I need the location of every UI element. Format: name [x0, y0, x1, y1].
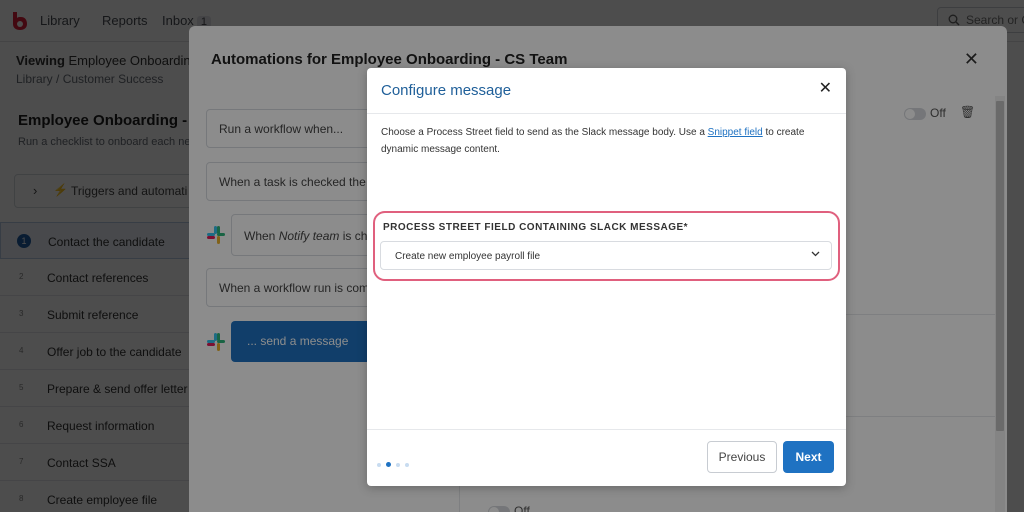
footer-divider — [367, 429, 846, 430]
close-icon[interactable]: ✕ — [819, 78, 832, 98]
step-dot — [405, 463, 409, 467]
field-label: PROCESS STREET FIELD CONTAINING SLACK ME… — [383, 222, 689, 233]
step-dot — [396, 463, 400, 467]
configure-description: Choose a Process Street field to send as… — [381, 124, 836, 158]
step-dot — [377, 463, 381, 467]
configure-message-title: Configure message — [381, 82, 512, 99]
snippet-field-link[interactable]: Snippet field — [708, 127, 763, 138]
desc-text: Choose a Process Street field to send as… — [381, 127, 708, 138]
next-button[interactable]: Next — [783, 441, 834, 473]
header-divider — [367, 113, 846, 114]
configure-message-modal: Configure message ✕ Choose a Process Str… — [367, 68, 846, 486]
previous-button[interactable]: Previous — [707, 441, 777, 473]
step-indicator — [377, 454, 414, 472]
field-selected-value: Create new employee payroll file — [395, 251, 541, 262]
slack-message-field-select[interactable]: Create new employee payroll file — [380, 241, 832, 270]
slack-message-field-highlight: PROCESS STREET FIELD CONTAINING SLACK ME… — [373, 211, 840, 281]
step-dot-active — [386, 462, 391, 467]
chevron-down-icon — [811, 251, 820, 257]
